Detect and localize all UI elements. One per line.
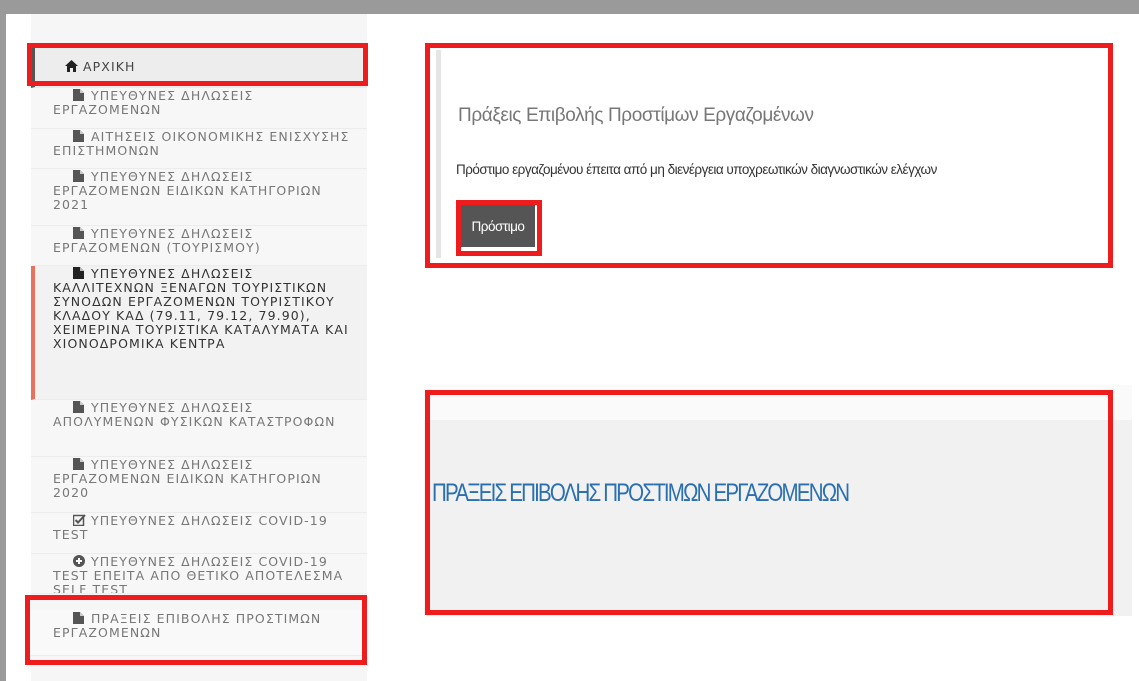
sidebar-item-scientists-aid[interactable]: ΑΙΤΗΣΕΙΣ ΟΙΚΟΝΟΜΙΚΗΣ ΕΝΙΣΧΥΣΗΣ ΕΠΙΣΤΗΜΟΝ… <box>31 129 367 169</box>
panel-description: Πρόστιμο εργαζομένου έπειτα από μη διενέ… <box>456 162 937 177</box>
sidebar-item-artists-guides[interactable]: ΥΠΕΥΘΥΝΕΣ ΔΗΛΩΣΕΙΣ ΚΑΛΛΙΤΕΧΝΩΝ ΞΕΝΑΓΩΝ Τ… <box>31 266 367 400</box>
sidebar-item-label: ΥΠΕΥΘΥΝΕΣ ΔΗΛΩΣΕΙΣ COVID-19 TEST <box>53 513 328 542</box>
window-top-border <box>0 0 1139 14</box>
sidebar-item-label: ΥΠΕΥΘΥΝΕΣ ΔΗΛΩΣΕΙΣ ΕΡΓΑΖΟΜΕΝΩΝ ΕΙΔΙΚΩΝ Κ… <box>53 457 322 500</box>
header-top-band <box>424 385 1132 420</box>
file-icon <box>73 89 85 101</box>
home-icon <box>65 60 78 72</box>
sidebar-item-tourism-employees[interactable]: ΥΠΕΥΘΥΝΕΣ ΔΗΛΩΣΕΙΣ ΕΡΓΑΖΟΜΕΝΩΝ (ΤΟΥΡΙΣΜΟ… <box>31 226 367 266</box>
sidebar-item-covid-test[interactable]: ΥΠΕΥΘΥΝΕΣ ΔΗΛΩΣΕΙΣ COVID-19 TEST <box>31 513 367 554</box>
panel-title: Πράξεις Επιβολής Προστίμων Εργαζομένων <box>458 105 814 126</box>
file-icon <box>73 170 85 182</box>
plus-circle-icon <box>73 555 85 567</box>
file-icon <box>73 267 85 279</box>
file-icon <box>73 227 85 239</box>
sidebar-item-home[interactable]: ΑΡΧΙΚΗ <box>31 46 367 88</box>
sidebar-item-employee-declarations[interactable]: ΥΠΕΥΘΥΝΕΣ ΔΗΛΩΣΕΙΣ ΕΡΓΑΖΟΜΕΝΩΝ <box>31 88 367 129</box>
sidebar-item-natural-disasters[interactable]: ΥΠΕΥΘΥΝΕΣ ΔΗΛΩΣΕΙΣ ΑΠΟΛΥΜΕΝΩΝ ΦΥΣΙΚΩΝ ΚΑ… <box>31 400 367 457</box>
file-icon <box>73 612 85 624</box>
sidebar-item-special-categories-2021[interactable]: ΥΠΕΥΘΥΝΕΣ ΔΗΛΩΣΕΙΣ ΕΡΓΑΖΟΜΕΝΩΝ ΕΙΔΙΚΩΝ Κ… <box>31 169 367 226</box>
sidebar-item-label: ΠΡΑΞΕΙΣ ΕΠΙΒΟΛΗΣ ΠΡΟΣΤΙΜΩΝ ΕΡΓΑΖΟΜΕΝΩΝ <box>53 611 322 640</box>
sidebar-item-label: ΥΠΕΥΘΥΝΕΣ ΔΗΛΩΣΕΙΣ COVID-19 TEST ΕΠΕΙΤΑ … <box>53 554 344 594</box>
sidebar-item-label: ΥΠΕΥΘΥΝΕΣ ΔΗΛΩΣΕΙΣ ΑΠΟΛΥΜΕΝΩΝ ΦΥΣΙΚΩΝ ΚΑ… <box>53 400 336 429</box>
sidebar-item-fines[interactable]: ΠΡΑΞΕΙΣ ΕΠΙΒΟΛΗΣ ΠΡΟΣΤΙΜΩΝ ΕΡΓΑΖΟΜΕΝΩΝ <box>31 610 367 656</box>
fines-panel: Πράξεις Επιβολής Προστίμων Εργαζομένων Π… <box>432 50 1104 265</box>
window-left-border <box>0 0 6 681</box>
sidebar-item-covid-self-test[interactable]: ΥΠΕΥΘΥΝΕΣ ΔΗΛΩΣΕΙΣ COVID-19 TEST ΕΠΕΙΤΑ … <box>31 554 367 594</box>
file-icon <box>73 458 85 470</box>
sidebar-item-special-categories-2020[interactable]: ΥΠΕΥΘΥΝΕΣ ΔΗΛΩΣΕΙΣ ΕΡΓΑΖΟΜΕΝΩΝ ΕΙΔΙΚΩΝ Κ… <box>31 457 367 513</box>
panel-accent-bar <box>436 50 441 258</box>
sidebar-item-label: ΑΡΧΙΚΗ <box>83 59 136 74</box>
page-title: ΠΡΑΞΕΙΣ ΕΠΙΒΟΛΗΣ ΠΡΟΣΤΙΜΩΝ ΕΡΓΑΖΟΜΕΝΩΝ <box>432 479 850 507</box>
sidebar-item-label: ΑΙΤΗΣΕΙΣ ΟΙΚΟΝΟΜΙΚΗΣ ΕΝΙΣΧΥΣΗΣ ΕΠΙΣΤΗΜΟΝ… <box>53 129 350 158</box>
checkbox-icon <box>72 514 86 527</box>
sidebar: ΑΡΧΙΚΗ ΥΠΕΥΘΥΝΕΣ ΔΗΛΩΣΕΙΣ ΕΡΓΑΖΟΜΕΝΩΝ ΑΙ… <box>31 14 367 681</box>
sidebar-item-label: ΥΠΕΥΘΥΝΕΣ ΔΗΛΩΣΕΙΣ ΚΑΛΛΙΤΕΧΝΩΝ ΞΕΝΑΓΩΝ Τ… <box>53 266 349 351</box>
page-header-panel: ΠΡΑΞΕΙΣ ΕΠΙΒΟΛΗΣ ΠΡΟΣΤΙΜΩΝ ΕΡΓΑΖΟΜΕΝΩΝ <box>424 385 1132 616</box>
file-icon <box>73 130 85 142</box>
file-icon <box>73 401 85 413</box>
fine-button[interactable]: Πρόστιμο <box>461 205 535 247</box>
sidebar-item-label: ΥΠΕΥΘΥΝΕΣ ΔΗΛΩΣΕΙΣ ΕΡΓΑΖΟΜΕΝΩΝ ΕΙΔΙΚΩΝ Κ… <box>53 169 322 212</box>
